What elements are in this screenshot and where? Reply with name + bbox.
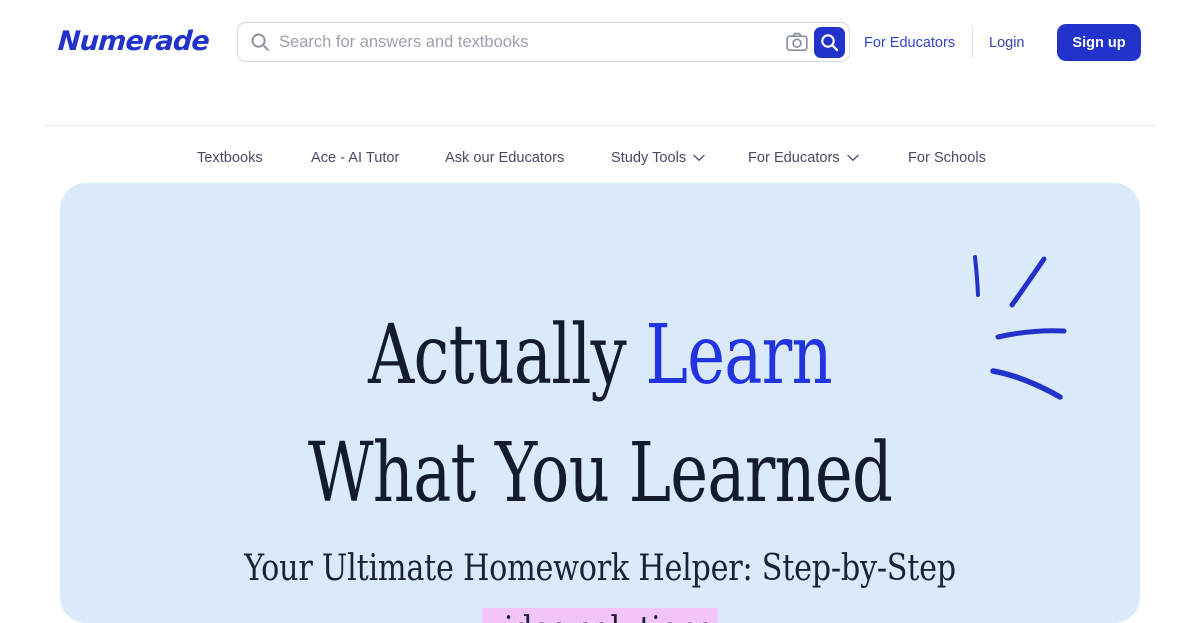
hero-heading-accent: Learn (645, 308, 833, 403)
site-header: Numerade Search for answers and textbook… (0, 0, 1200, 70)
hero-subtitle-line1: Your Ultimate Homework Helper: Step-by-S… (244, 548, 956, 589)
search-bar[interactable] (237, 22, 850, 62)
nav-item-for-educators[interactable]: For Educators (748, 150, 859, 166)
nav-item-textbooks[interactable]: Textbooks (197, 150, 263, 166)
nav-item-ace-ai-tutor[interactable]: Ace - AI Tutor (311, 150, 399, 166)
hero-heading: Actually Learn What You Learned (179, 297, 1021, 533)
nav-item-label: For Educators (748, 150, 840, 166)
sign-up-button[interactable]: Sign up (1057, 24, 1141, 61)
hero-heading-line1: Actually Learn (179, 297, 1021, 415)
nav-item-study-tools[interactable]: Study Tools (611, 150, 705, 166)
nav-item-label: Study Tools (611, 150, 687, 166)
header-divider (972, 26, 973, 58)
search-icon (250, 32, 270, 52)
hero-heading-plain: Actually (368, 308, 646, 403)
page-root: Numerade Search for answers and textbook… (0, 0, 1200, 623)
search-input[interactable] (279, 23, 784, 61)
nav-item-label: For Schools (908, 150, 986, 166)
camera-icon[interactable] (784, 29, 810, 55)
hero-subtitle-highlight: video solutions (481, 608, 719, 623)
primary-navigation: Textbooks Ace - AI Tutor Ask our Educato… (0, 72, 1200, 166)
nav-item-ask-our-educators[interactable]: Ask our Educators (445, 150, 564, 166)
search-submit-button[interactable] (814, 26, 845, 58)
header-login-link[interactable]: Login (989, 35, 1024, 51)
hero-subtitle: Your Ultimate Homework Helper: Step-by-S… (146, 538, 1053, 623)
nav-item-label: Textbooks (197, 150, 263, 166)
chevron-down-icon (846, 150, 859, 166)
hero-subtitle-line2: video solutions (146, 600, 1053, 623)
hero-card: Actually Learn What You Learned Your Ult… (60, 183, 1140, 623)
nav-item-label: Ask our Educators (445, 150, 565, 166)
header-for-educators-link[interactable]: For Educators (864, 35, 955, 51)
chevron-down-icon (693, 150, 705, 166)
numerade-logo[interactable]: Numerade (57, 26, 210, 57)
header-bottom-rule (44, 125, 1156, 126)
nav-item-label: Ace - AI Tutor (311, 150, 400, 166)
nav-item-for-schools[interactable]: For Schools (908, 150, 986, 166)
hero-heading-line2: What You Learned (307, 426, 893, 521)
